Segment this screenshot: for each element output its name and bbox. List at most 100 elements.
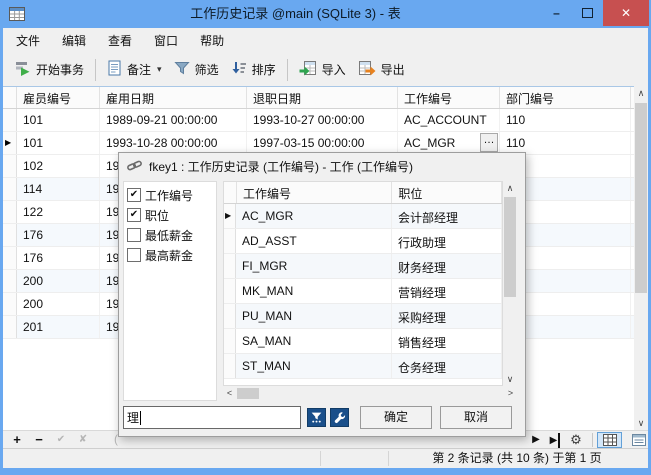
- grid-cell[interactable]: 110: [500, 132, 631, 154]
- minimize-button[interactable]: –: [541, 0, 572, 26]
- lookup-cell[interactable]: 财务经理: [392, 254, 502, 278]
- lookup-row[interactable]: AD_ASST行政助理: [224, 229, 502, 254]
- grid-cell[interactable]: 122: [17, 201, 100, 223]
- filter-input[interactable]: 理: [123, 406, 301, 429]
- maximize-button[interactable]: [572, 0, 603, 26]
- checkbox-unchecked-icon[interactable]: [127, 228, 141, 242]
- row-selector[interactable]: [3, 201, 17, 223]
- vertical-scrollbar[interactable]: ∧ ∨: [634, 86, 648, 430]
- filter-options-button[interactable]: [307, 408, 326, 427]
- grid-cell[interactable]: 176: [17, 224, 100, 246]
- row-selector[interactable]: ▶: [3, 132, 17, 154]
- fk-editor-button[interactable]: …: [480, 133, 498, 152]
- lookup-cell[interactable]: AD_ASST: [236, 229, 392, 253]
- row-selector[interactable]: [3, 270, 17, 292]
- sort-button[interactable]: 排序: [225, 57, 282, 82]
- lookup-row[interactable]: PU_MAN采购经理: [224, 304, 502, 329]
- checkbox-unchecked-icon[interactable]: [127, 248, 141, 262]
- row-selector[interactable]: [3, 316, 17, 338]
- column-header[interactable]: 工作编号: [398, 87, 500, 108]
- settings-gear-button[interactable]: ⚙: [567, 431, 585, 449]
- export-button[interactable]: 导出: [352, 57, 411, 82]
- lookup-cell[interactable]: 营销经理: [392, 279, 502, 303]
- lookup-cell[interactable]: SA_MAN: [236, 329, 392, 353]
- ok-button[interactable]: 确定: [360, 406, 432, 429]
- menu-item-0[interactable]: 文件: [5, 28, 51, 53]
- lookup-row[interactable]: ▶AC_MGR会计部经理: [224, 204, 502, 229]
- import-button[interactable]: 导入: [293, 57, 352, 82]
- scroll-up-button[interactable]: ∧: [503, 181, 517, 195]
- scroll-right-button[interactable]: >: [504, 387, 517, 400]
- scroll-up-button[interactable]: ∧: [634, 86, 648, 100]
- lookup-cell[interactable]: MK_MAN: [236, 279, 392, 303]
- row-selector[interactable]: [224, 354, 236, 378]
- delete-row-button[interactable]: −: [30, 431, 48, 449]
- row-selector[interactable]: [3, 224, 17, 246]
- row-selector[interactable]: [3, 109, 17, 131]
- dialog-vertical-scrollbar[interactable]: ∧ ∨: [503, 181, 517, 386]
- row-selector[interactable]: [224, 329, 236, 353]
- field-checkbox-row[interactable]: ✔职位: [124, 205, 216, 225]
- row-selector[interactable]: [224, 254, 236, 278]
- last-record-button[interactable]: ▶: [546, 431, 564, 449]
- lookup-cell[interactable]: 采购经理: [392, 304, 502, 328]
- notes-button[interactable]: 备注 ▾: [101, 57, 168, 82]
- field-checkbox-row[interactable]: 最高薪金: [124, 245, 216, 265]
- scrollbar-thumb[interactable]: [504, 197, 516, 297]
- row-selector[interactable]: [3, 247, 17, 269]
- grid-cell[interactable]: 102: [17, 155, 100, 177]
- scroll-down-button[interactable]: ∨: [503, 372, 517, 386]
- commit-icon[interactable]: ✔: [52, 431, 70, 449]
- row-selector[interactable]: [224, 304, 236, 328]
- title-bar[interactable]: 工作历史记录 @main (SQLite 3) - 表 – ✕: [0, 0, 651, 28]
- next-record-button[interactable]: ▶: [527, 431, 545, 449]
- row-selector[interactable]: [224, 229, 236, 253]
- scroll-left-button[interactable]: <: [223, 387, 236, 400]
- column-header[interactable]: 职位: [392, 182, 502, 203]
- menu-item-3[interactable]: 窗口: [143, 28, 189, 53]
- row-selector[interactable]: ▶: [224, 204, 236, 228]
- checkbox-checked-icon[interactable]: ✔: [127, 208, 141, 222]
- lookup-cell[interactable]: 销售经理: [392, 329, 502, 353]
- lookup-row[interactable]: ST_MAN仓务经理: [224, 354, 502, 379]
- lookup-row[interactable]: SA_MAN销售经理: [224, 329, 502, 354]
- menu-item-1[interactable]: 编辑: [51, 28, 97, 53]
- cancel-button[interactable]: 取消: [440, 406, 512, 429]
- field-checkbox-row[interactable]: 最低薪金: [124, 225, 216, 245]
- filter-button[interactable]: 筛选: [168, 57, 225, 82]
- lookup-cell[interactable]: 行政助理: [392, 229, 502, 253]
- grid-cell[interactable]: 1989-09-21 00:00:00: [100, 109, 247, 131]
- field-checkbox-row[interactable]: ✔工作编号: [124, 185, 216, 205]
- row-selector[interactable]: [3, 155, 17, 177]
- column-header[interactable]: 退职日期: [247, 87, 398, 108]
- grid-cell[interactable]: 1993-10-27 00:00:00: [247, 109, 398, 131]
- tools-button[interactable]: [330, 408, 349, 427]
- menu-item-2[interactable]: 查看: [97, 28, 143, 53]
- lookup-row[interactable]: MK_MAN营销经理: [224, 279, 502, 304]
- scrollbar-thumb[interactable]: [635, 103, 647, 293]
- grid-cell[interactable]: 200: [17, 270, 100, 292]
- lookup-cell[interactable]: 会计部经理: [392, 204, 502, 228]
- lookup-cell[interactable]: ST_MAN: [236, 354, 392, 378]
- grid-cell[interactable]: 101: [17, 132, 100, 154]
- lookup-cell[interactable]: AC_MGR: [236, 204, 392, 228]
- grid-cell[interactable]: 1993-10-28 00:00:00: [100, 132, 247, 154]
- lookup-cell[interactable]: 仓务经理: [392, 354, 502, 378]
- rollback-icon[interactable]: ✘: [74, 431, 92, 449]
- lookup-row[interactable]: FI_MGR财务经理: [224, 254, 502, 279]
- row-selector[interactable]: [224, 279, 236, 303]
- grid-cell[interactable]: 114: [17, 178, 100, 200]
- scrollbar-thumb[interactable]: [237, 388, 259, 399]
- dialog-horizontal-scrollbar[interactable]: < >: [223, 387, 517, 400]
- notes-dropdown-icon[interactable]: ▾: [157, 64, 162, 75]
- column-header[interactable]: 部门编号: [500, 87, 631, 108]
- checkbox-checked-icon[interactable]: ✔: [127, 188, 141, 202]
- grid-cell[interactable]: 201: [17, 316, 100, 338]
- begin-transaction-button[interactable]: 开始事务: [9, 57, 90, 82]
- column-header[interactable]: 雇员编号: [17, 87, 100, 108]
- grid-cell[interactable]: 1997-03-15 00:00:00: [247, 132, 398, 154]
- grid-view-button[interactable]: [597, 432, 622, 448]
- row-selector[interactable]: [3, 293, 17, 315]
- menu-item-4[interactable]: 帮助: [189, 28, 235, 53]
- grid-cell[interactable]: 110: [500, 109, 631, 131]
